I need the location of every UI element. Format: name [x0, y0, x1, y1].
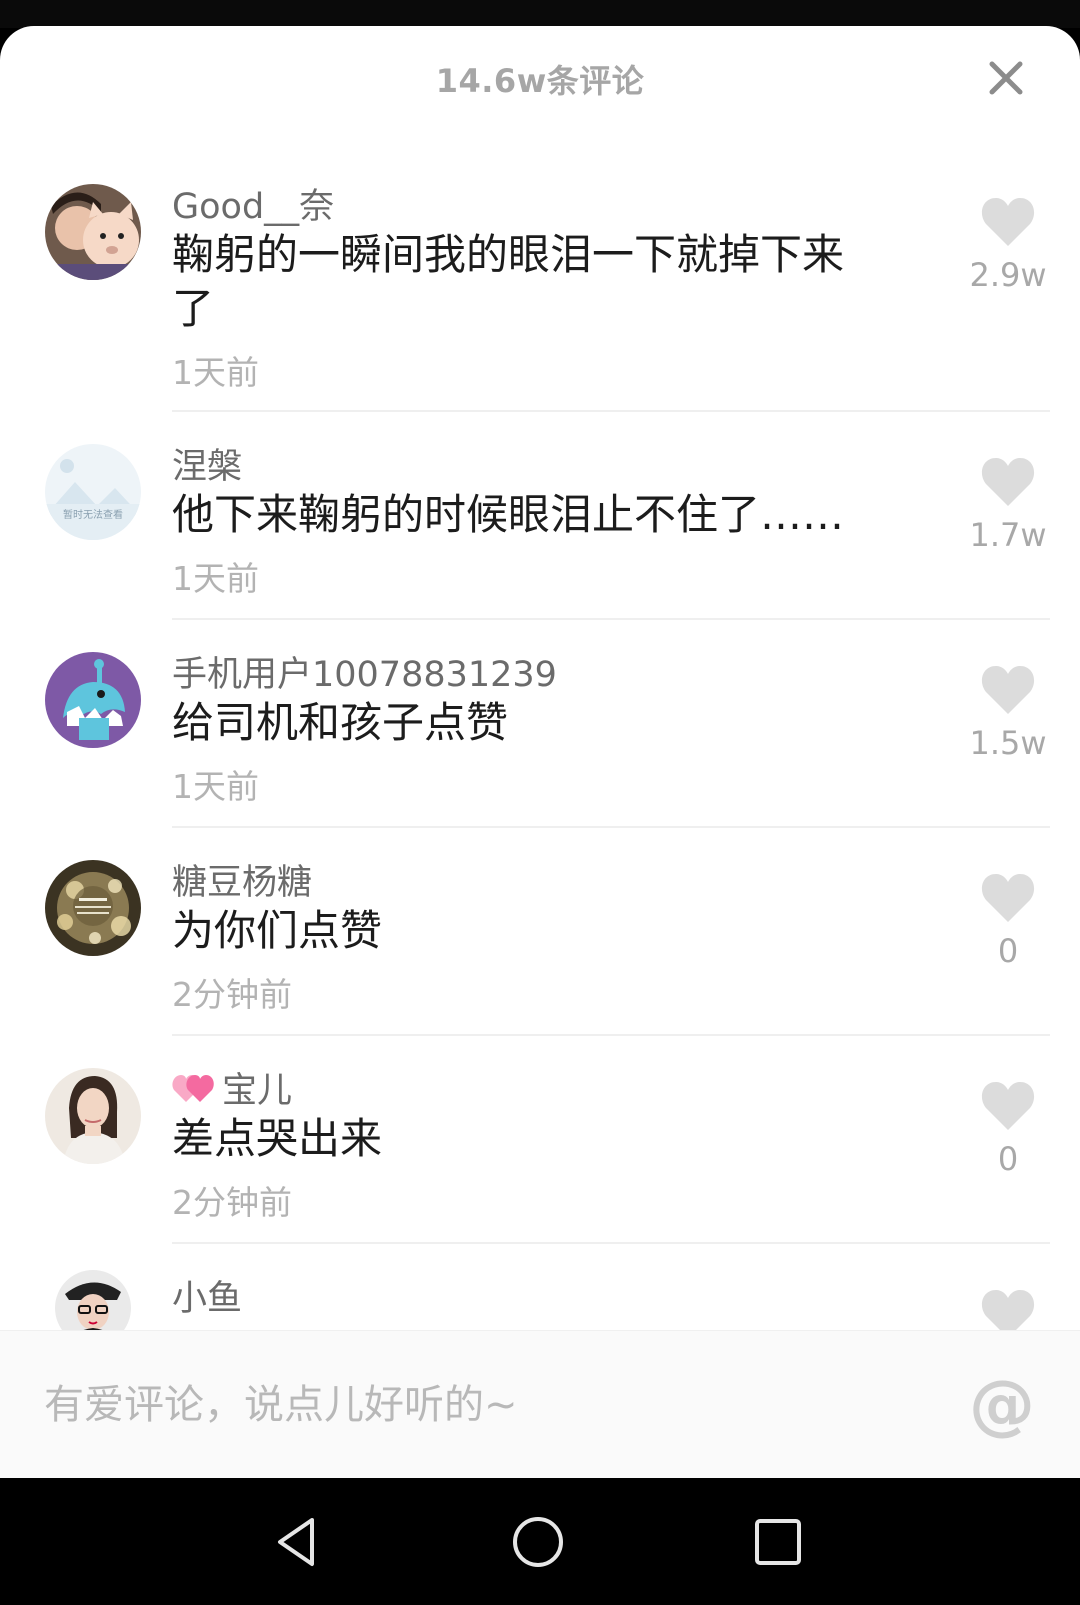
recents-square-icon	[755, 1519, 801, 1565]
comment-list[interactable]: Good__奈 鞠躬的一瞬间我的眼泪一下就掉下来了 1天前 2.9w 暂时无法查…	[0, 152, 1080, 1360]
heart-icon	[981, 666, 1035, 714]
comment-text: 为你们点赞	[172, 906, 383, 955]
comment-username[interactable]: 小鱼	[172, 1270, 242, 1321]
comment-item: Good__奈 鞠躬的一瞬间我的眼泪一下就掉下来了 1天前 2.9w	[0, 178, 1080, 408]
avatar[interactable]	[45, 184, 141, 280]
comment-timestamp: 1天前	[172, 767, 259, 806]
recents-button[interactable]	[748, 1512, 808, 1572]
divider	[172, 1242, 1050, 1244]
comments-sheet: 14.6w条评论 Good__奈 鞠躬的一瞬间我的眼泪一下就掉下来了 1天前 2…	[0, 26, 1080, 1478]
heart-icon	[981, 198, 1035, 246]
avatar[interactable]	[45, 1068, 141, 1164]
comment-timestamp: 2分钟前	[172, 975, 292, 1014]
double-heart-badge-icon	[172, 1074, 214, 1102]
like-count: 0	[997, 932, 1019, 970]
home-button[interactable]	[508, 1512, 568, 1572]
divider	[172, 410, 1050, 412]
monster-avatar	[45, 652, 141, 748]
like-count: 1.7w	[969, 516, 1047, 554]
comment-text: 鞠躬的一瞬间我的眼泪一下就掉下来了	[172, 230, 845, 333]
comment-item: 糖豆杨糖 为你们点赞 2分钟前 0	[0, 854, 1080, 1034]
comment-text: 他下来鞠躬的时候眼泪止不住了……	[172, 490, 845, 539]
like-button[interactable]: 0	[950, 1080, 1066, 1178]
comment-item: 宝儿 差点哭出来 2分钟前 0	[0, 1062, 1080, 1242]
like-count: 2.9w	[969, 256, 1047, 294]
comment-input[interactable]	[44, 1369, 914, 1441]
home-circle-icon	[513, 1517, 563, 1567]
divider	[172, 826, 1050, 828]
divider	[172, 1034, 1050, 1036]
comment-text: 差点哭出来	[172, 1114, 383, 1163]
like-count: 1.5w	[969, 724, 1047, 762]
comment-item: 手机用户10078831239 给司机和孩子点赞 1天前 1.5w	[0, 646, 1080, 826]
like-button[interactable]: 1.7w	[950, 456, 1066, 554]
like-count: 0	[997, 1140, 1019, 1178]
comment-count-title: 14.6w条评论	[435, 62, 645, 100]
system-navigation-bar	[0, 1478, 1080, 1605]
back-button[interactable]	[268, 1512, 328, 1572]
avatar-photo	[45, 184, 141, 280]
divider	[172, 618, 1050, 620]
heart-icon	[981, 458, 1035, 506]
comment-username[interactable]: 手机用户10078831239	[172, 646, 557, 697]
bokeh-avatar	[45, 860, 141, 956]
comment-item: 暂时无法查看 涅槃 他下来鞠躬的时候眼泪止不住了…… 1天前 1.7w	[0, 438, 1080, 618]
comment-input-bar: @	[0, 1330, 1080, 1478]
close-button[interactable]	[984, 56, 1028, 100]
close-icon	[989, 61, 1023, 95]
comment-username[interactable]: 宝儿	[172, 1062, 292, 1113]
comment-timestamp: 2分钟前	[172, 1183, 292, 1222]
back-triangle-icon	[278, 1518, 314, 1566]
comment-username[interactable]: 涅槃	[172, 438, 242, 489]
mention-button[interactable]: @	[966, 1369, 1038, 1441]
avatar[interactable]	[45, 652, 141, 748]
like-button[interactable]: 1.5w	[950, 664, 1066, 762]
heart-icon	[981, 1082, 1035, 1130]
comment-timestamp: 1天前	[172, 353, 259, 392]
comment-username[interactable]: Good__奈	[172, 178, 334, 229]
comment-username[interactable]: 糖豆杨糖	[172, 854, 312, 905]
avatar[interactable]: 暂时无法查看	[45, 444, 141, 540]
status-bar	[0, 0, 1080, 28]
comment-text: 给司机和孩子点赞	[172, 698, 509, 747]
avatar[interactable]	[45, 860, 141, 956]
heart-icon	[981, 874, 1035, 922]
placeholder-mountain-avatar	[45, 444, 141, 540]
like-button[interactable]: 2.9w	[950, 196, 1066, 294]
like-button[interactable]: 0	[950, 872, 1066, 970]
sheet-header: 14.6w条评论	[0, 26, 1080, 136]
portrait-avatar	[45, 1068, 141, 1164]
comment-username-text: 宝儿	[222, 1071, 293, 1111]
avatar-caption: 暂时无法查看	[63, 510, 123, 521]
comment-timestamp: 1天前	[172, 559, 259, 598]
